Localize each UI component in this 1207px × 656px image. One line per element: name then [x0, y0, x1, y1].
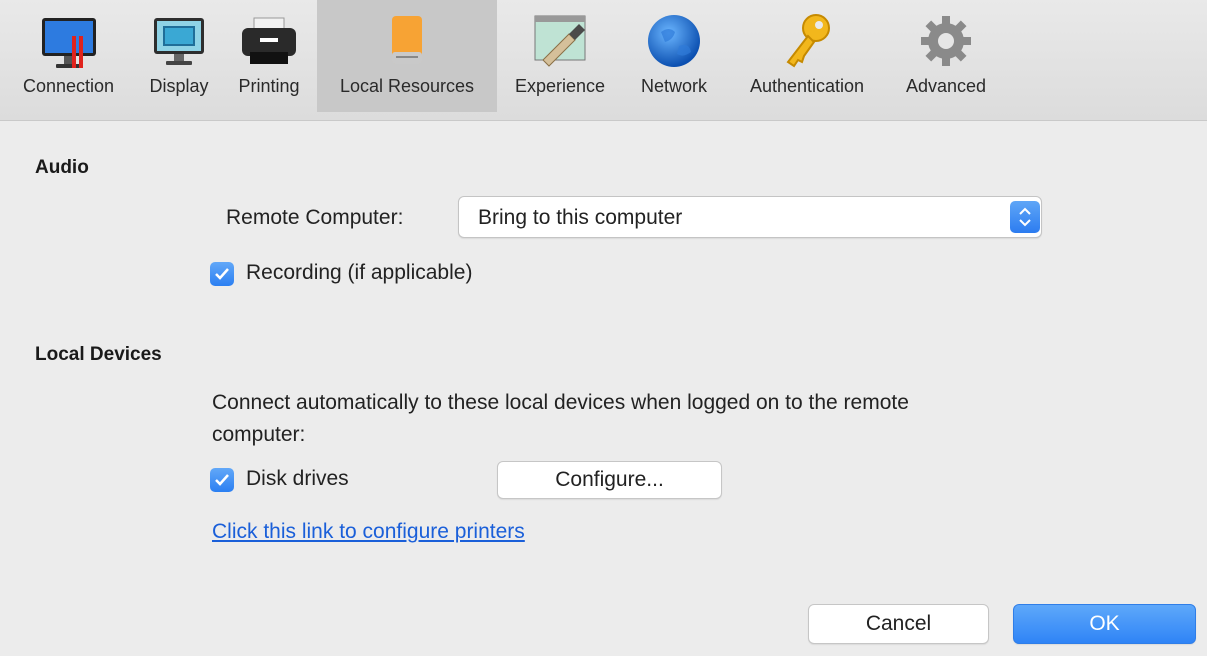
- hard-drive-icon: [376, 12, 438, 70]
- globe-icon: [643, 12, 705, 70]
- tab-label: Printing: [238, 76, 300, 96]
- checkmark-icon: [215, 474, 229, 486]
- tab-printing[interactable]: Printing: [221, 0, 317, 112]
- remote-computer-label: Remote Computer:: [226, 206, 404, 229]
- configure-printers-link[interactable]: Click this link to configure printers: [212, 520, 525, 544]
- remote-computer-select[interactable]: Bring to this computer: [458, 196, 1042, 238]
- local-devices-section-title: Local Devices: [35, 344, 162, 365]
- recording-checkbox[interactable]: [210, 262, 234, 286]
- cancel-button[interactable]: Cancel: [808, 604, 989, 644]
- tab-label: Display: [149, 76, 209, 96]
- disk-drives-checkbox[interactable]: [210, 468, 234, 492]
- preferences-toolbar: Connection Display Printing Local Resour…: [0, 0, 1207, 121]
- remote-computer-value: Bring to this computer: [478, 206, 683, 229]
- display-icon: [148, 12, 210, 70]
- configure-button[interactable]: Configure...: [497, 461, 722, 499]
- monitor-red-icon: [38, 12, 100, 70]
- ok-button[interactable]: OK: [1013, 604, 1196, 644]
- tab-local-resources[interactable]: Local Resources: [317, 0, 497, 112]
- tab-label: Local Resources: [339, 76, 475, 96]
- tab-label: Authentication: [749, 76, 865, 96]
- devices-description-cont: computer:: [212, 423, 306, 446]
- tab-authentication[interactable]: Authentication: [725, 0, 889, 112]
- key-icon: [776, 12, 838, 70]
- tab-connection[interactable]: Connection: [0, 0, 137, 112]
- tab-label: Network: [640, 76, 707, 96]
- recording-label: Recording (if applicable): [246, 261, 473, 284]
- chevron-updown-icon: [1010, 201, 1040, 233]
- gear-icon: [915, 12, 977, 70]
- disk-drives-label: Disk drives: [246, 467, 349, 490]
- tab-experience[interactable]: Experience: [497, 0, 623, 112]
- tab-display[interactable]: Display: [137, 0, 221, 112]
- tab-advanced[interactable]: Advanced: [889, 0, 1003, 112]
- audio-section-title: Audio: [35, 157, 89, 178]
- tab-label: Experience: [514, 76, 606, 96]
- tab-network[interactable]: Network: [623, 0, 725, 112]
- tab-label: Advanced: [905, 76, 987, 96]
- tab-label: Connection: [22, 76, 115, 96]
- devices-description: Connect automatically to these local dev…: [212, 391, 909, 414]
- paintbrush-icon: [529, 12, 591, 70]
- printer-icon: [238, 12, 300, 70]
- checkmark-icon: [215, 268, 229, 280]
